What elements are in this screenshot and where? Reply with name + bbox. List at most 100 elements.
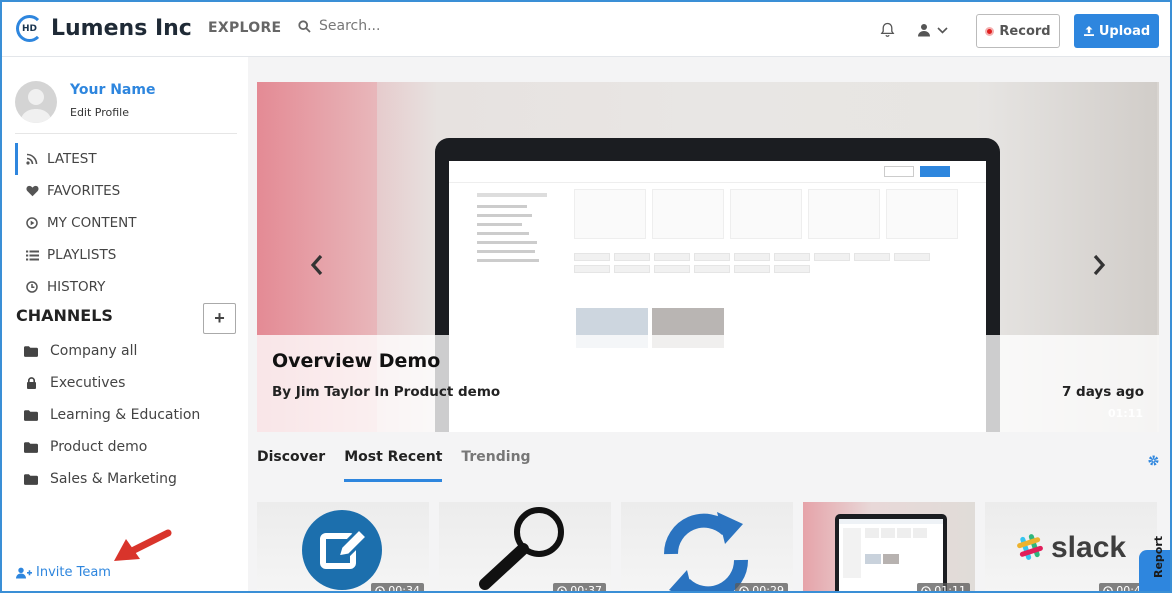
sync-icon [663, 512, 749, 591]
settings-button[interactable] [1147, 452, 1160, 471]
screen-line [477, 205, 527, 208]
record-button[interactable]: Record [976, 14, 1060, 48]
folder-icon [24, 345, 38, 357]
brand-name: Lumens Inc [51, 16, 192, 41]
screen-tag [854, 253, 890, 261]
screen-card [886, 189, 958, 239]
tab-most-recent[interactable]: Most Recent [344, 449, 443, 482]
explore-link[interactable]: EXPLORE [208, 20, 281, 36]
avatar-icon [20, 89, 52, 123]
tab-trending[interactable]: Trending [461, 449, 530, 482]
video-tabs: Discover Most Recent Trending [257, 449, 1159, 489]
screen-button [884, 166, 914, 177]
video-duration-label: 00:29 [752, 584, 784, 593]
channel-item-sales-marketing[interactable]: Sales & Marketing [24, 463, 244, 495]
video-duration: 00:37 [553, 583, 606, 591]
report-tab[interactable]: Report [1139, 536, 1170, 591]
screen-line [477, 223, 522, 226]
record-label: Record [999, 23, 1051, 39]
sidebar-nav: LATEST FAVORITES MY CONTENT PLAYLISTS HI… [15, 143, 240, 303]
sidebar-item-history[interactable]: HISTORY [15, 271, 240, 303]
main-content: Overview Demo By Jim Taylor In Product d… [248, 57, 1170, 593]
carousel-next-button[interactable] [1087, 250, 1111, 280]
screen-buttons [884, 166, 950, 177]
video-duration: 01:11 [917, 583, 970, 593]
channel-item-company-all[interactable]: Company all [24, 335, 244, 367]
video-duration-label: 00:34 [388, 584, 420, 593]
screen-line [477, 241, 537, 244]
video-duration-label: 01:11 [934, 584, 966, 593]
play-circle-icon [1103, 585, 1114, 591]
upload-icon [1083, 26, 1094, 36]
sidebar-item-favorites[interactable]: FAVORITES [15, 175, 240, 207]
play-circle-icon [921, 585, 932, 591]
screen-card [808, 189, 880, 239]
avatar[interactable] [15, 81, 57, 123]
add-channel-button[interactable]: + [203, 303, 236, 334]
screen-tag [734, 253, 770, 261]
screen-tag [774, 253, 810, 261]
channel-label: Product demo [50, 439, 148, 455]
magnifier-icon [479, 507, 564, 590]
sidebar-item-playlists[interactable]: PLAYLISTS [15, 239, 240, 271]
chevron-right-icon [1093, 254, 1106, 276]
screen-tag [654, 253, 690, 261]
channel-label: Learning & Education [50, 407, 201, 423]
screen-cards [574, 189, 958, 239]
folder-icon [24, 473, 38, 485]
record-dot-icon [985, 26, 995, 36]
tab-discover[interactable]: Discover [257, 449, 325, 482]
profile-name[interactable]: Your Name [70, 82, 155, 98]
video-card[interactable]: slack 00:48 [985, 502, 1157, 591]
channel-label: Executives [50, 375, 126, 391]
bell-icon [880, 22, 895, 37]
chevron-down-icon [937, 26, 948, 34]
video-card[interactable]: 01:11 [803, 502, 975, 593]
logo[interactable]: HD Lumens Inc [16, 15, 192, 42]
invite-team-label: Invite Team [36, 565, 111, 580]
video-grid: 00:34 00:37 00:29 01:11 slack 00:48 [257, 502, 1157, 593]
gear-icon [1148, 455, 1159, 466]
invite-team-link[interactable]: Invite Team [16, 565, 111, 580]
channels-heading: CHANNELS [16, 306, 113, 325]
user-icon [918, 24, 930, 37]
video-duration: 00:34 [371, 583, 424, 593]
screen-tag [774, 265, 810, 273]
screen-line [477, 232, 529, 235]
video-card[interactable]: 00:37 [439, 502, 611, 591]
screen-tag [734, 265, 770, 273]
screen-card [574, 189, 646, 239]
hero-title[interactable]: Overview Demo [272, 350, 440, 372]
screen-tag [614, 253, 650, 261]
channel-item-product-demo[interactable]: Product demo [24, 431, 244, 463]
video-card[interactable]: 00:29 [621, 502, 793, 593]
screen-tag [614, 265, 650, 273]
channel-label: Company all [50, 343, 138, 359]
featured-video-carousel[interactable]: Overview Demo By Jim Taylor In Product d… [257, 82, 1159, 432]
sidebar-divider [15, 133, 237, 134]
video-card[interactable]: 00:34 [257, 502, 429, 593]
notifications-bell[interactable] [880, 22, 895, 42]
app-window: HD Lumens Inc EXPLORE Record Upload Your… [0, 0, 1172, 593]
channel-item-executives[interactable]: Executives [24, 367, 244, 399]
sidebar-item-label: HISTORY [47, 279, 106, 295]
screen-card [652, 189, 724, 239]
user-menu[interactable] [917, 23, 948, 37]
edit-profile-link[interactable]: Edit Profile [70, 106, 129, 119]
search-input[interactable] [319, 18, 519, 34]
channel-item-learning-education[interactable]: Learning & Education [24, 399, 244, 431]
screen-line [477, 259, 539, 262]
upload-button[interactable]: Upload [1074, 14, 1159, 48]
screen-tag [654, 265, 690, 273]
clock-icon [25, 281, 39, 293]
sidebar-item-label: PLAYLISTS [47, 247, 117, 263]
sidebar-item-my-content[interactable]: MY CONTENT [15, 207, 240, 239]
screen-tag [574, 265, 610, 273]
carousel-prev-button[interactable] [305, 250, 329, 280]
screen-sidebar [477, 189, 567, 268]
sidebar-item-latest[interactable]: LATEST [15, 143, 240, 175]
channel-list: Company all Executives Learning & Educat… [24, 335, 244, 495]
sidebar-item-label: LATEST [47, 151, 97, 167]
screen-tag [574, 253, 610, 261]
top-bar: HD Lumens Inc EXPLORE Record Upload [2, 2, 1170, 57]
